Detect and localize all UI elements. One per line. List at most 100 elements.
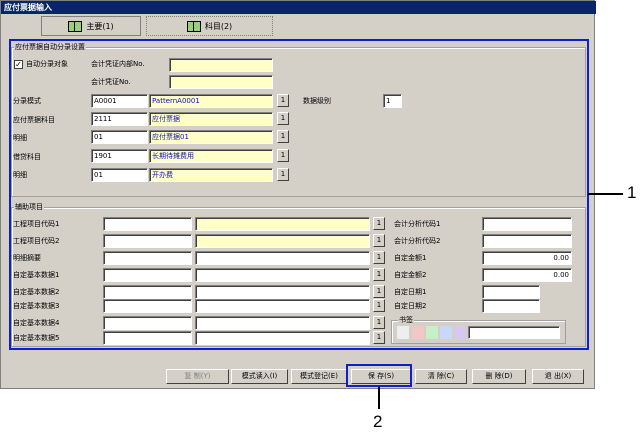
detail1-browse-button[interactable]: 1 — [277, 130, 289, 143]
credit-account-browse-button[interactable]: 1 — [277, 149, 289, 162]
pattern-label: 分录模式 — [13, 97, 41, 105]
bookmark-swatch[interactable] — [397, 326, 409, 339]
copy-button[interactable]: 复 制(Y) — [166, 369, 229, 384]
aux-browse-button[interactable]: 1 — [373, 316, 385, 329]
clear-button[interactable]: 清 除(C) — [415, 369, 467, 384]
credit-account-label: 借贷科目 — [13, 153, 41, 161]
aux-right-field[interactable] — [482, 217, 572, 231]
auto-journal-checkbox-label: 自动分录对象 — [26, 60, 68, 68]
aux-left-name-field[interactable] — [195, 331, 370, 345]
aux-right-field[interactable] — [482, 299, 540, 313]
pattern-code-field[interactable]: A0001 — [91, 94, 148, 108]
aux-left-code-field[interactable] — [103, 234, 192, 248]
auto-journal-title: 应付票据自动分录设置 — [14, 41, 86, 53]
detail1-code-field[interactable]: 01 — [91, 130, 148, 144]
delete-button[interactable]: 删 除(D) — [472, 369, 526, 384]
callout-label: 2 — [373, 412, 383, 431]
aux-left-label: 工程项目代码2 — [13, 237, 60, 245]
aux-left-label: 自定基本数据3 — [13, 302, 60, 310]
payable-account-label: 应付票据科目 — [13, 116, 55, 124]
callout-line — [378, 387, 380, 409]
aux-left-name-field — [195, 217, 370, 231]
aux-browse-button[interactable]: 1 — [373, 234, 385, 247]
aux-browse-button[interactable]: 1 — [373, 299, 385, 312]
detail2-browse-button[interactable]: 1 — [277, 168, 289, 181]
aux-left-code-field[interactable] — [103, 316, 192, 330]
aux-left-label: 自定基本数据5 — [13, 334, 60, 342]
aux-left-code-field[interactable] — [103, 251, 192, 265]
detail2-name-field: 开办费 — [149, 168, 273, 182]
tab-accounts[interactable]: 科目(2) — [146, 16, 273, 36]
main-window: 应付票据输入 主要(1) 科目(2) 应付票据自动分录设置 ✓ 自动分录对象 会… — [0, 0, 596, 389]
detail1-label: 明细 — [13, 134, 27, 142]
aux-right-label: 自定金额2 — [394, 271, 427, 279]
aux-right-label: 自定日期1 — [394, 288, 427, 296]
bookmark-swatch[interactable] — [454, 326, 466, 339]
detail1-name-field: 应付票据01 — [149, 130, 273, 144]
tab-main-label: 主要(1) — [86, 21, 114, 31]
aux-right-label: 自定金额1 — [394, 254, 427, 262]
bookmark-text-field[interactable] — [468, 326, 560, 339]
aux-group-title: 辅助项目 — [14, 201, 44, 213]
aux-left-code-field[interactable] — [103, 268, 192, 282]
aux-browse-button[interactable]: 1 — [373, 331, 385, 344]
aux-left-name-field[interactable] — [195, 285, 370, 299]
aux-right-field[interactable] — [482, 285, 540, 299]
aux-left-code-field[interactable] — [103, 331, 192, 345]
register-pattern-button[interactable]: 模式登记(E) — [291, 369, 347, 384]
bookmark-swatch[interactable] — [426, 326, 438, 339]
payable-account-name-field: 应付票据 — [149, 112, 273, 126]
tab-accounts-label: 科目(2) — [204, 21, 233, 31]
detail2-code-field[interactable]: 01 — [91, 168, 148, 182]
aux-browse-button[interactable]: 1 — [373, 217, 385, 230]
voucher-no-label: 会计凭证No. — [91, 78, 131, 86]
load-pattern-button[interactable]: 模式读入(I) — [231, 369, 288, 384]
bookmark-swatch[interactable] — [440, 326, 452, 339]
aux-left-name-field — [195, 234, 370, 248]
aux-right-label: 自定日期2 — [394, 302, 427, 310]
credit-account-name-field: 长期待摊费用 — [149, 149, 273, 163]
aux-browse-button[interactable]: 1 — [373, 251, 385, 264]
exit-button[interactable]: 退 出(X) — [532, 369, 584, 384]
data-level-label: 数据级别 — [303, 97, 331, 105]
bookmark-label: 书签 — [398, 314, 414, 326]
credit-account-code-field[interactable]: 1901 — [91, 149, 148, 163]
auto-journal-checkbox[interactable]: ✓ — [14, 60, 23, 69]
aux-left-label: 明细摘要 — [13, 254, 41, 262]
aux-left-name-field[interactable] — [195, 251, 370, 265]
save-highlight — [346, 364, 412, 387]
callout-line — [588, 193, 623, 195]
aux-left-code-field[interactable] — [103, 285, 192, 299]
payable-account-browse-button[interactable]: 1 — [277, 112, 289, 125]
aux-left-name-field[interactable] — [195, 268, 370, 282]
detail2-label: 明细 — [13, 171, 27, 179]
book-icon — [68, 20, 83, 32]
aux-right-field[interactable] — [482, 234, 572, 248]
aux-left-label: 自定基本数据1 — [13, 271, 60, 279]
aux-browse-button[interactable]: 1 — [373, 268, 385, 281]
voucher-no-field[interactable] — [169, 75, 273, 89]
aux-right-field[interactable]: 0.00 — [482, 251, 572, 265]
aux-left-code-field[interactable] — [103, 299, 192, 313]
aux-right-label: 会计分析代码1 — [394, 220, 441, 228]
payable-account-code-field[interactable]: 2111 — [91, 112, 148, 126]
pattern-browse-button[interactable]: 1 — [277, 94, 289, 107]
bookmark-swatch[interactable] — [412, 326, 424, 339]
aux-left-label: 自定基本数据4 — [13, 319, 60, 327]
aux-right-field[interactable]: 0.00 — [482, 268, 572, 282]
aux-left-label: 自定基本数据2 — [13, 288, 60, 296]
aux-right-label: 会计分析代码2 — [394, 237, 441, 245]
callout-label: 1 — [627, 183, 637, 202]
voucher-inner-no-field[interactable] — [169, 58, 273, 72]
aux-browse-button[interactable]: 1 — [373, 285, 385, 298]
aux-left-name-field[interactable] — [195, 299, 370, 313]
window-title: 应付票据输入 — [1, 1, 596, 14]
voucher-inner-no-label: 会计凭证内部No. — [91, 60, 145, 68]
aux-left-label: 工程项目代码1 — [13, 220, 60, 228]
tab-main[interactable]: 主要(1) — [41, 16, 141, 36]
pattern-name-field: PatternA0001 — [149, 94, 273, 108]
aux-left-code-field[interactable] — [103, 217, 192, 231]
data-level-field[interactable]: 1 — [383, 94, 402, 108]
aux-left-name-field[interactable] — [195, 316, 370, 330]
book-icon — [186, 20, 201, 32]
